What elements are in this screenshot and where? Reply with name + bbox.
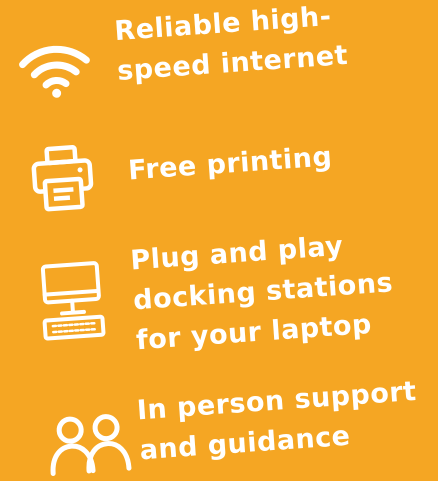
feature-support-label: In person support and guidance — [136, 372, 421, 471]
feature-list: Reliable high- speed internet Free print… — [0, 0, 438, 476]
feature-internet-label: Reliable high- speed internet — [113, 0, 349, 92]
wifi-icon — [15, 38, 95, 101]
label-line: Free printing — [127, 141, 334, 187]
desktop-computer-icon — [36, 258, 107, 342]
printer-icon — [28, 142, 97, 214]
feature-docking-label: Plug and play docking stations for your … — [129, 223, 397, 361]
feature-printing-label: Free printing — [127, 137, 334, 191]
people-icon — [45, 410, 133, 480]
